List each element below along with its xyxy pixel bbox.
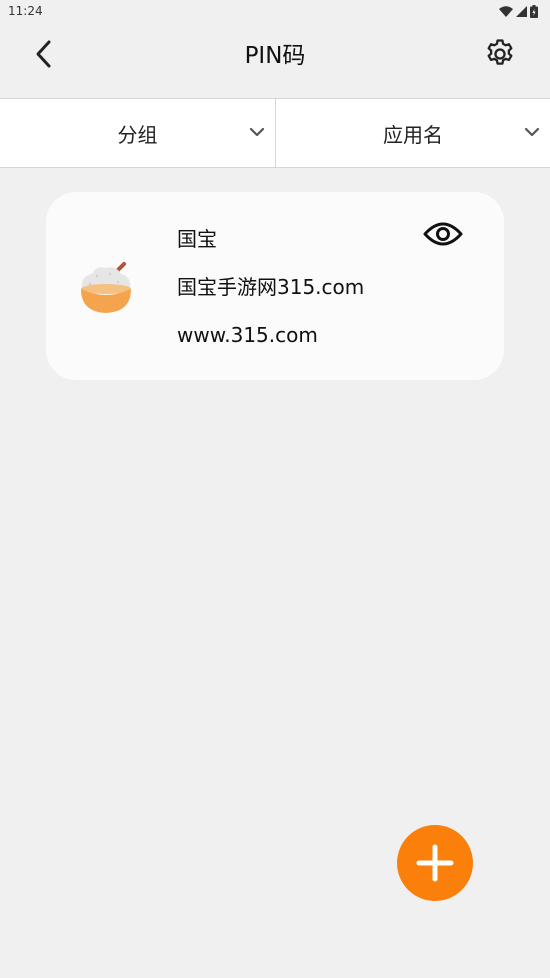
battery-icon [530, 4, 538, 18]
signal-icon [516, 5, 527, 17]
status-bar: 11:24 [0, 0, 550, 22]
show-pin-button[interactable] [420, 216, 466, 252]
add-button[interactable] [397, 825, 473, 901]
filter-app-name-label: 应用名 [383, 122, 443, 147]
filter-group-dropdown[interactable]: 分组 [0, 99, 275, 167]
filter-bar: 分组 应用名 [0, 98, 550, 168]
entry-title: 国宝手游网315.com [177, 275, 365, 299]
filter-group-label: 分组 [117, 122, 158, 147]
filter-app-name-dropdown[interactable]: 应用名 [275, 99, 550, 167]
chevron-down-icon [249, 127, 265, 137]
status-icons [499, 4, 538, 18]
wifi-icon [499, 5, 513, 17]
entry-text: 国宝 国宝手游网315.com www.315.com [177, 222, 364, 366]
pin-entry-card[interactable]: 国宝 国宝手游网315.com www.315.com [46, 192, 504, 380]
gear-icon [487, 39, 513, 65]
rice-bowl-icon [81, 262, 131, 313]
page-title: PIN码 [244, 43, 306, 69]
app-bar: PIN码 [0, 22, 550, 98]
status-time: 11:24 [8, 4, 43, 18]
entry-app-name: 国宝 [177, 227, 217, 251]
settings-button[interactable] [480, 34, 520, 74]
entry-url: www.315.com [177, 323, 318, 347]
eye-icon [423, 222, 463, 246]
plus-icon [416, 844, 454, 882]
chevron-down-icon [524, 127, 540, 137]
